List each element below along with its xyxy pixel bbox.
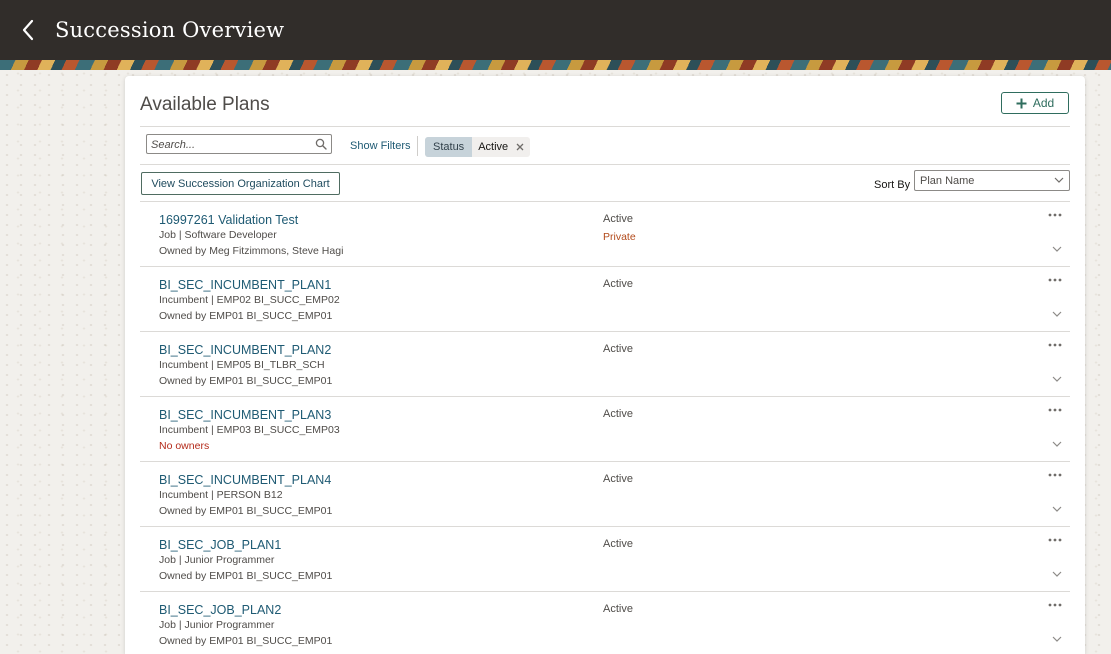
plan-type: Incumbent | PERSON B12: [159, 489, 283, 501]
chevron-down-icon[interactable]: [1052, 246, 1062, 253]
chevron-down-icon[interactable]: [1052, 311, 1062, 318]
chevron-down-icon[interactable]: [1052, 376, 1062, 383]
table-row: 16997261 Validation Test Job | Software …: [140, 202, 1070, 267]
plan-name-link[interactable]: BI_SEC_JOB_PLAN2: [159, 603, 281, 617]
card-header: Available Plans Add: [140, 76, 1070, 127]
chevron-down-icon[interactable]: [1052, 506, 1062, 513]
more-icon[interactable]: [1048, 602, 1062, 608]
more-icon[interactable]: [1048, 472, 1062, 478]
back-button[interactable]: [8, 0, 48, 60]
chip-key: Status: [425, 137, 473, 157]
sort-value: Plan Name: [920, 174, 975, 187]
more-icon[interactable]: [1048, 537, 1062, 543]
sort-select[interactable]: Plan Name: [914, 170, 1070, 191]
chevron-down-icon: [1054, 177, 1064, 183]
app-header: Succession Overview: [0, 0, 1111, 60]
plus-icon: [1016, 98, 1027, 108]
back-chevron-icon: [22, 19, 34, 41]
status-filter-chip: Status Active: [425, 137, 531, 157]
plan-owner: Owned by Meg Fitzimmons, Steve Hagi: [159, 245, 344, 257]
plan-type: Incumbent | EMP02 BI_SUCC_EMP02: [159, 294, 340, 306]
plan-name-link[interactable]: BI_SEC_JOB_PLAN1: [159, 538, 281, 552]
plan-list: 16997261 Validation Test Job | Software …: [140, 202, 1070, 654]
card-title: Available Plans: [140, 94, 270, 115]
show-filters-link[interactable]: Show Filters: [350, 140, 411, 152]
table-row: BI_SEC_INCUMBENT_PLAN2 Incumbent | EMP05…: [140, 332, 1070, 397]
plan-name-link[interactable]: BI_SEC_INCUMBENT_PLAN4: [159, 473, 331, 487]
chip-value-wrap: Active: [472, 137, 530, 157]
plan-status: Active: [603, 473, 633, 485]
plan-type: Job | Software Developer: [159, 229, 277, 241]
page-title: Succession Overview: [55, 18, 285, 42]
available-plans-card: Available Plans Add Show Filters Status …: [125, 76, 1085, 654]
plan-type: Job | Junior Programmer: [159, 554, 275, 566]
filter-bar: Show Filters Status Active: [140, 127, 1070, 165]
table-row: BI_SEC_JOB_PLAN2 Job | Junior Programmer…: [140, 592, 1070, 654]
chevron-down-icon[interactable]: [1052, 571, 1062, 578]
plan-private-badge: Private: [603, 231, 636, 243]
plan-name-link[interactable]: 16997261 Validation Test: [159, 213, 298, 227]
plan-status: Active: [603, 603, 633, 615]
plan-owner: Owned by EMP01 BI_SUCC_EMP01: [159, 505, 333, 517]
plan-status: Active: [603, 213, 633, 225]
search-box: [146, 134, 332, 154]
chevron-down-icon[interactable]: [1052, 441, 1062, 448]
more-icon[interactable]: [1048, 407, 1062, 413]
add-button[interactable]: Add: [1001, 92, 1069, 114]
plan-owner: Owned by EMP01 BI_SUCC_EMP01: [159, 375, 333, 387]
list-toolbar: View Succession Organization Chart Sort …: [140, 165, 1070, 202]
chip-value: Active: [478, 141, 509, 153]
table-row: BI_SEC_INCUMBENT_PLAN4 Incumbent | PERSO…: [140, 462, 1070, 527]
more-icon[interactable]: [1048, 212, 1062, 218]
plan-owner: No owners: [159, 440, 210, 452]
plan-owner: Owned by EMP01 BI_SUCC_EMP01: [159, 635, 333, 647]
chevron-down-icon[interactable]: [1052, 636, 1062, 643]
plan-name-link[interactable]: BI_SEC_INCUMBENT_PLAN3: [159, 408, 331, 422]
view-org-chart-button[interactable]: View Succession Organization Chart: [141, 172, 340, 195]
search-icon[interactable]: [315, 138, 327, 150]
table-row: BI_SEC_JOB_PLAN1 Job | Junior Programmer…: [140, 527, 1070, 592]
plan-type: Incumbent | EMP05 BI_TLBR_SCH: [159, 359, 325, 371]
plan-name-link[interactable]: BI_SEC_INCUMBENT_PLAN2: [159, 343, 331, 357]
search-input[interactable]: [151, 137, 311, 153]
more-icon[interactable]: [1048, 277, 1062, 283]
table-row: BI_SEC_INCUMBENT_PLAN1 Incumbent | EMP02…: [140, 267, 1070, 332]
plan-status: Active: [603, 538, 633, 550]
header-banner: [0, 60, 1111, 70]
sort-label: Sort By: [874, 179, 911, 191]
plan-status: Active: [603, 343, 633, 355]
plan-status: Active: [603, 408, 633, 420]
plan-name-link[interactable]: BI_SEC_INCUMBENT_PLAN1: [159, 278, 331, 292]
add-button-label: Add: [1032, 96, 1055, 110]
plan-owner: Owned by EMP01 BI_SUCC_EMP01: [159, 570, 333, 582]
plan-type: Job | Junior Programmer: [159, 619, 275, 631]
plan-owner: Owned by EMP01 BI_SUCC_EMP01: [159, 310, 333, 322]
plan-type: Incumbent | EMP03 BI_SUCC_EMP03: [159, 424, 340, 436]
table-row: BI_SEC_INCUMBENT_PLAN3 Incumbent | EMP03…: [140, 397, 1070, 462]
close-icon[interactable]: [516, 143, 524, 151]
more-icon[interactable]: [1048, 342, 1062, 348]
divider: [417, 136, 418, 156]
plan-status: Active: [603, 278, 633, 290]
